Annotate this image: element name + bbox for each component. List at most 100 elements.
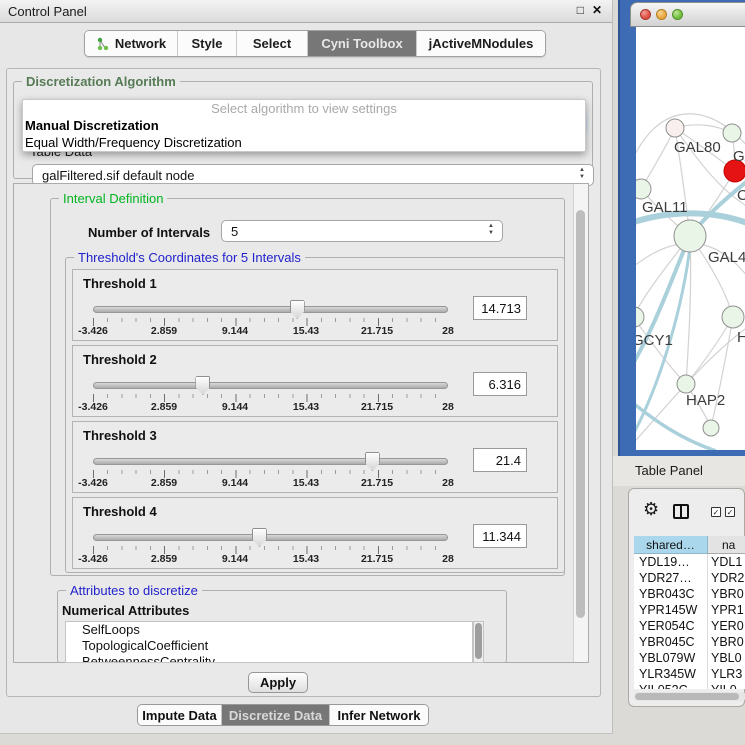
network-node[interactable] bbox=[722, 306, 744, 328]
algorithm-dropdown-popup: Select algorithm to view settings Manual… bbox=[22, 99, 586, 152]
slider-scale: -3.4262.8599.14415.4321.71528 bbox=[93, 401, 448, 413]
threshold-4-slider[interactable] bbox=[93, 534, 448, 541]
table-row[interactable]: YIL052CYIL0 bbox=[634, 682, 745, 689]
network-canvas[interactable]: GAL80 GA C GAL11 GAL4 GCY1 H HAP2 bbox=[636, 27, 745, 450]
slider-thumb[interactable] bbox=[252, 528, 267, 547]
node-label: GAL80 bbox=[674, 139, 721, 156]
node-label: GAL11 bbox=[642, 199, 688, 216]
discretization-algorithm-group: Discretization Algorithm Select algorith… bbox=[13, 81, 593, 179]
slider-scale: -3.4262.8599.14415.4321.71528 bbox=[93, 477, 448, 489]
control-panel-title: Control Panel bbox=[8, 4, 87, 19]
node-label: C bbox=[737, 187, 745, 204]
table-row[interactable]: YDR27…YDR2 bbox=[634, 570, 745, 586]
threshold-3-value-input[interactable] bbox=[473, 448, 527, 472]
table-row[interactable]: YBR043CYBR0 bbox=[634, 586, 745, 602]
gear-icon[interactable]: ⚙ bbox=[643, 499, 659, 520]
checkbox-icon[interactable]: ✓ bbox=[725, 507, 735, 517]
threshold-label: Threshold 3 bbox=[83, 428, 157, 443]
column-header-shared-name[interactable]: shared… bbox=[634, 536, 708, 554]
network-node[interactable] bbox=[666, 119, 684, 137]
network-window-titlebar[interactable] bbox=[630, 2, 745, 27]
table-row[interactable]: YBL079WYBL0 bbox=[634, 650, 745, 666]
group-title-interval-definition: Interval Definition bbox=[59, 191, 167, 206]
algorithm-option-equal-width[interactable]: Equal Width/Frequency Discretization bbox=[23, 134, 585, 151]
split-view-icon[interactable] bbox=[673, 504, 689, 519]
table-row[interactable]: YBR045CYBR0 bbox=[634, 634, 745, 650]
threshold-2-value-input[interactable] bbox=[473, 372, 527, 396]
combo-value: galFiltered.sif default node bbox=[42, 168, 194, 183]
slider-scale: -3.4262.8599.14415.4321.71528 bbox=[93, 325, 448, 337]
zoom-traffic-light-icon[interactable] bbox=[672, 9, 683, 20]
slider-scale: -3.4262.8599.14415.4321.71528 bbox=[93, 553, 448, 565]
algorithm-placeholder: Select algorithm to view settings bbox=[23, 100, 585, 117]
list-item[interactable]: BetweennessCentrality bbox=[66, 654, 472, 663]
column-header-name[interactable]: na bbox=[708, 536, 745, 554]
close-traffic-light-icon[interactable] bbox=[640, 9, 651, 20]
combo-spinner-icon: ▲▼ bbox=[488, 223, 494, 237]
slider-thumb[interactable] bbox=[195, 376, 210, 395]
scrollbar-thumb[interactable] bbox=[475, 623, 482, 659]
tab-impute-data[interactable]: Impute Data bbox=[138, 705, 222, 725]
tab-label: Cyni Toolbox bbox=[321, 36, 402, 51]
node-label: H bbox=[737, 329, 745, 346]
screenshot-root: Control Panel □ ✕ Network Style Select bbox=[0, 0, 745, 745]
threshold-2-slider[interactable] bbox=[93, 382, 448, 389]
network-node[interactable] bbox=[723, 124, 741, 142]
attributes-group: Attributes to discretize Numerical Attri… bbox=[57, 590, 507, 663]
float-window-icon[interactable]: □ bbox=[577, 3, 584, 17]
attributes-list-scrollbar[interactable] bbox=[473, 621, 484, 663]
settings-scroll-area: Interval Definition Number of Intervals … bbox=[13, 183, 589, 663]
scrollbar-thumb[interactable] bbox=[576, 210, 585, 618]
threshold-1-value-input[interactable] bbox=[473, 296, 527, 320]
minimize-traffic-light-icon[interactable] bbox=[656, 9, 667, 20]
close-icon[interactable]: ✕ bbox=[592, 3, 602, 17]
tab-infer-network[interactable]: Infer Network bbox=[330, 705, 428, 725]
network-node[interactable] bbox=[677, 375, 695, 393]
network-node[interactable] bbox=[636, 307, 644, 327]
tab-label: Select bbox=[253, 36, 291, 51]
algorithm-option-manual[interactable]: Manual Discretization bbox=[23, 117, 585, 134]
slider-thumb[interactable] bbox=[290, 300, 305, 319]
table-row[interactable]: YDL19…YDL1 bbox=[634, 554, 745, 570]
number-of-intervals-label: Number of Intervals bbox=[88, 225, 210, 240]
list-item[interactable]: TopologicalCoefficient bbox=[66, 638, 472, 654]
tab-jactivemnodules[interactable]: jActiveMNodules bbox=[417, 31, 545, 56]
threshold-3-slider[interactable] bbox=[93, 458, 448, 465]
apply-button[interactable]: Apply bbox=[248, 672, 308, 693]
network-node[interactable] bbox=[674, 220, 706, 252]
slider-thumb[interactable] bbox=[365, 452, 380, 471]
tab-select[interactable]: Select bbox=[237, 31, 308, 56]
thresholds-group: Threshold's Coordinates for 5 Intervals … bbox=[65, 257, 565, 573]
table-panel: ⚙ ✓ ✓ shared… na YDL19…YDL1 YDR27…YDR2 Y… bbox=[628, 488, 745, 707]
checkbox-icon[interactable]: ✓ bbox=[711, 507, 721, 517]
threshold-1-slider[interactable] bbox=[93, 306, 448, 313]
control-panel-window: Control Panel □ ✕ Network Style Select bbox=[0, 0, 613, 734]
tab-cyni-toolbox[interactable]: Cyni Toolbox bbox=[308, 31, 417, 56]
group-title-attributes: Attributes to discretize bbox=[66, 583, 202, 598]
node-label: GCY1 bbox=[636, 332, 673, 349]
group-title-discretization-algorithm: Discretization Algorithm bbox=[22, 74, 180, 89]
tab-label: jActiveMNodules bbox=[429, 36, 534, 51]
table-row[interactable]: YLR345WYLR3 bbox=[634, 666, 745, 682]
threshold-4-value-input[interactable] bbox=[473, 524, 527, 548]
threshold-2-box: Threshold 2 -3.4262.8599.14415.4321.7152… bbox=[72, 345, 558, 417]
tab-discretize-data[interactable]: Discretize Data bbox=[222, 705, 330, 725]
settings-scrollbar[interactable] bbox=[573, 184, 588, 662]
tab-style[interactable]: Style bbox=[178, 31, 237, 56]
interval-definition-group: Interval Definition Number of Intervals … bbox=[50, 198, 565, 576]
tab-network[interactable]: Network bbox=[85, 31, 178, 56]
network-node[interactable] bbox=[636, 179, 651, 199]
table-horizontal-scrollbar[interactable] bbox=[634, 692, 745, 701]
network-node[interactable] bbox=[703, 420, 719, 436]
table-row[interactable]: YER054CYER0 bbox=[634, 618, 745, 634]
table-row[interactable]: YPR145WYPR1 bbox=[634, 602, 745, 618]
list-item[interactable]: SelfLoops bbox=[66, 622, 472, 638]
combo-spinner-icon: ▲▼ bbox=[579, 167, 585, 181]
scrollbar-thumb[interactable] bbox=[635, 693, 739, 700]
node-label: HAP2 bbox=[686, 392, 725, 409]
network-graph bbox=[636, 27, 745, 450]
number-of-intervals-combo[interactable]: 5 ▲▼ bbox=[221, 220, 503, 242]
cyni-bottom-tab-bar: Impute Data Discretize Data Infer Networ… bbox=[137, 704, 429, 726]
threshold-1-box: Threshold 1 -3.4262.8599.14415.4321.7152… bbox=[72, 269, 558, 341]
threshold-4-box: Threshold 4 -3.4262.8599.14415.4321.7152… bbox=[72, 497, 558, 569]
